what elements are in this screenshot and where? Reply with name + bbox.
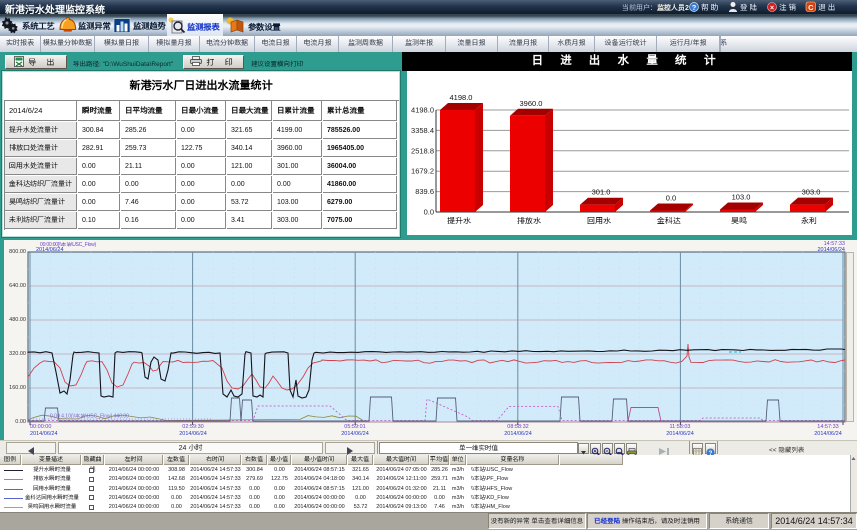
svg-text:0.00 4.10(\\本站\USC_Flow) 4: 0.00 4.10(\\本站\USC_Flow) 440.00 <box>50 414 129 420</box>
